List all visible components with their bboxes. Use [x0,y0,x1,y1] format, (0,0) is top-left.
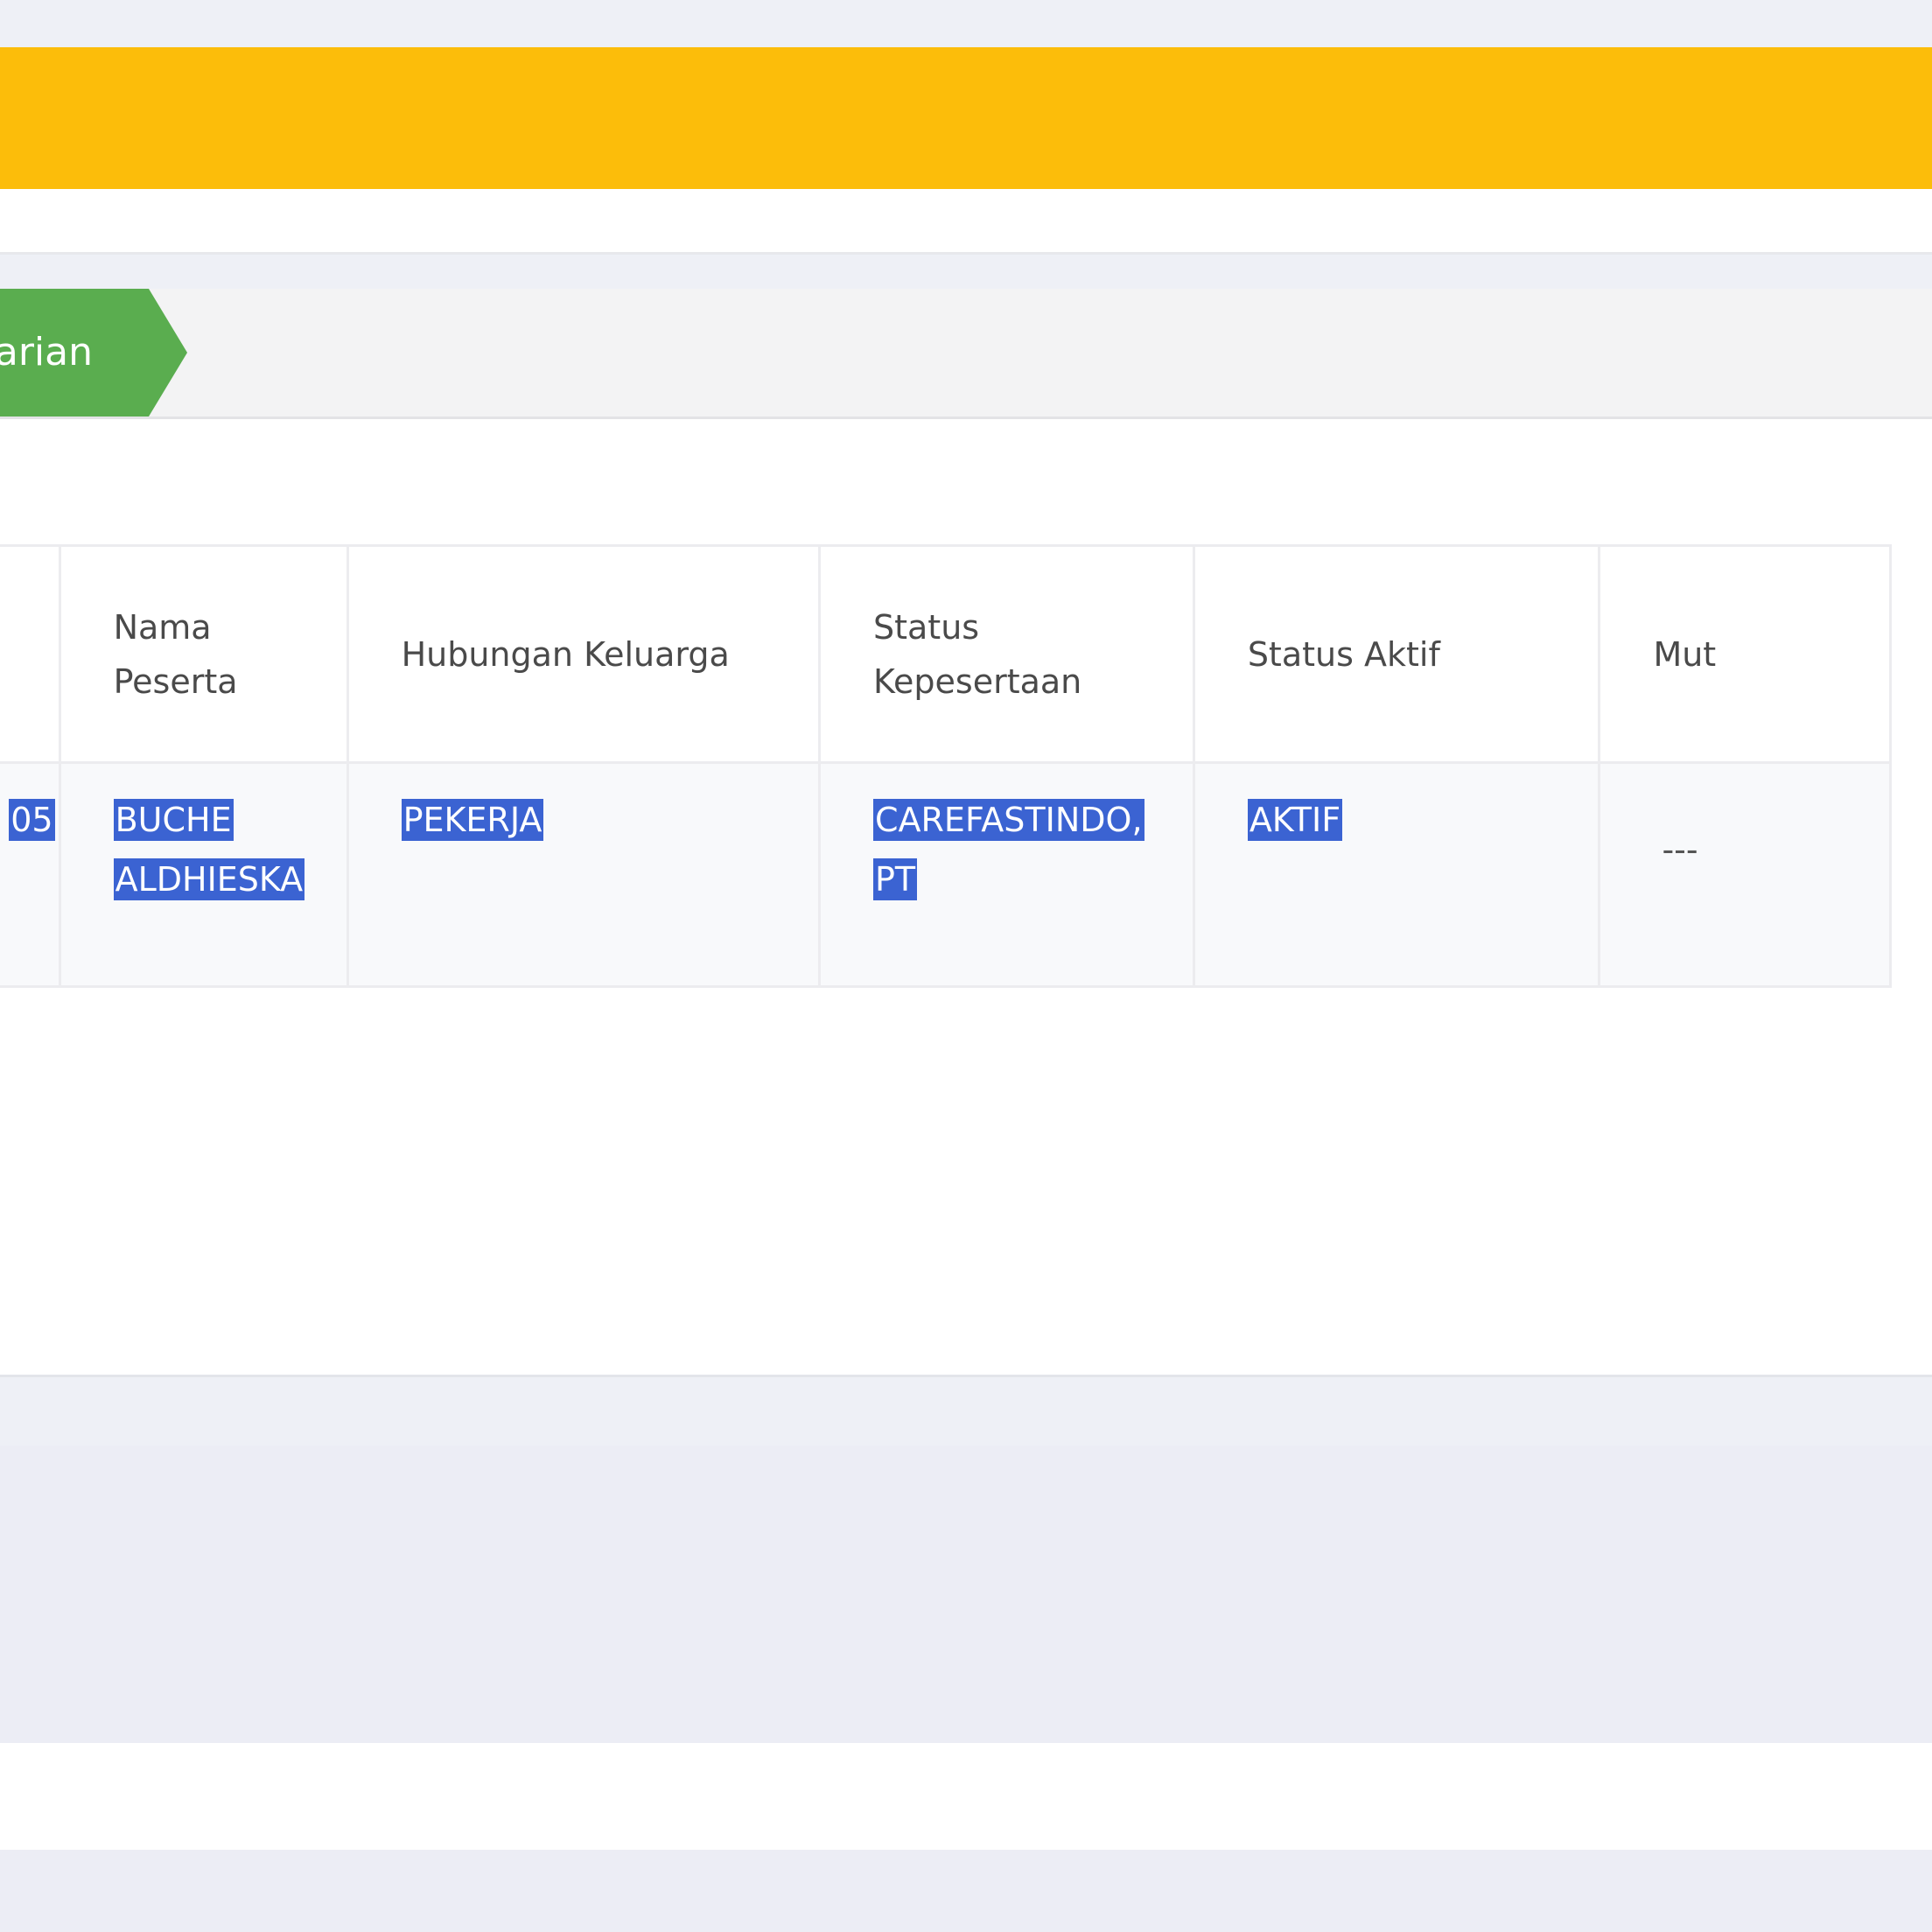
cell-hubungan-keluarga-value: PEKERJA [401,799,544,841]
cell-mutasi-value: --- [1662,830,1698,869]
cell-status-aktif-wrap: AKTIF [1195,790,1599,850]
bottom-strip [0,1850,1932,1932]
header-spacer [0,189,1932,255]
column-header-label: Status Kepesertaan [873,607,1082,701]
footer-section [0,1446,1932,1743]
column-header-hubungan-keluarga: Hubungan Keluarga [346,544,822,764]
cell-status-kepesertaan-wrap: CAREFASTINDO, PT [821,790,1193,909]
column-header-status-aktif: Status Aktif [1192,544,1601,764]
cell-hubungan-keluarga-wrap: PEKERJA [349,790,818,850]
cell-number-value: 05 [9,799,55,841]
cell-nama-peserta: BUCHE ALDHIESKA [58,761,349,988]
table-row: 05 BUCHE ALDHIESKA PEKERJA CAREFASTINDO,… [0,761,1892,988]
footer-gap [0,1743,1932,1850]
column-header-label: Nama Peserta [113,607,238,701]
cell-mutasi: --- [1598,761,1892,988]
column-header-nama-peserta: Nama Peserta [58,544,349,764]
column-header-label: Mut [1653,634,1717,674]
participant-table-container: Nama Peserta Hubungan Keluarga Status Ke… [0,544,1932,990]
cell-hubungan-keluarga: PEKERJA [346,761,822,988]
column-header-label: Hubungan Keluarga [401,634,730,674]
top-strip [0,0,1932,47]
header-bar [0,47,1932,189]
column-header-mutasi: Mut [1598,544,1892,764]
table-header-row: Nama Peserta Hubungan Keluarga Status Ke… [0,544,1892,764]
cell-number: 05 [0,761,61,988]
participant-table: Nama Peserta Hubungan Keluarga Status Ke… [0,544,1892,988]
breadcrumb-step-label: arian [0,330,93,374]
breadcrumb-step-active[interactable]: arian [0,289,187,416]
cell-nama-peserta-value: BUCHE ALDHIESKA [113,799,305,900]
cell-status-kepesertaan-value: CAREFASTINDO, PT [873,799,1144,900]
cell-status-kepesertaan: CAREFASTINDO, PT [818,761,1195,988]
column-header-status-kepesertaan: Status Kepesertaan [818,544,1195,764]
cell-status-aktif: AKTIF [1192,761,1601,988]
cell-status-aktif-value: AKTIF [1247,799,1343,841]
cell-nama-peserta-wrap: BUCHE ALDHIESKA [61,790,346,909]
breadcrumb [0,289,1932,419]
column-header-label: Status Aktif [1247,634,1440,674]
column-header-number [0,544,61,764]
